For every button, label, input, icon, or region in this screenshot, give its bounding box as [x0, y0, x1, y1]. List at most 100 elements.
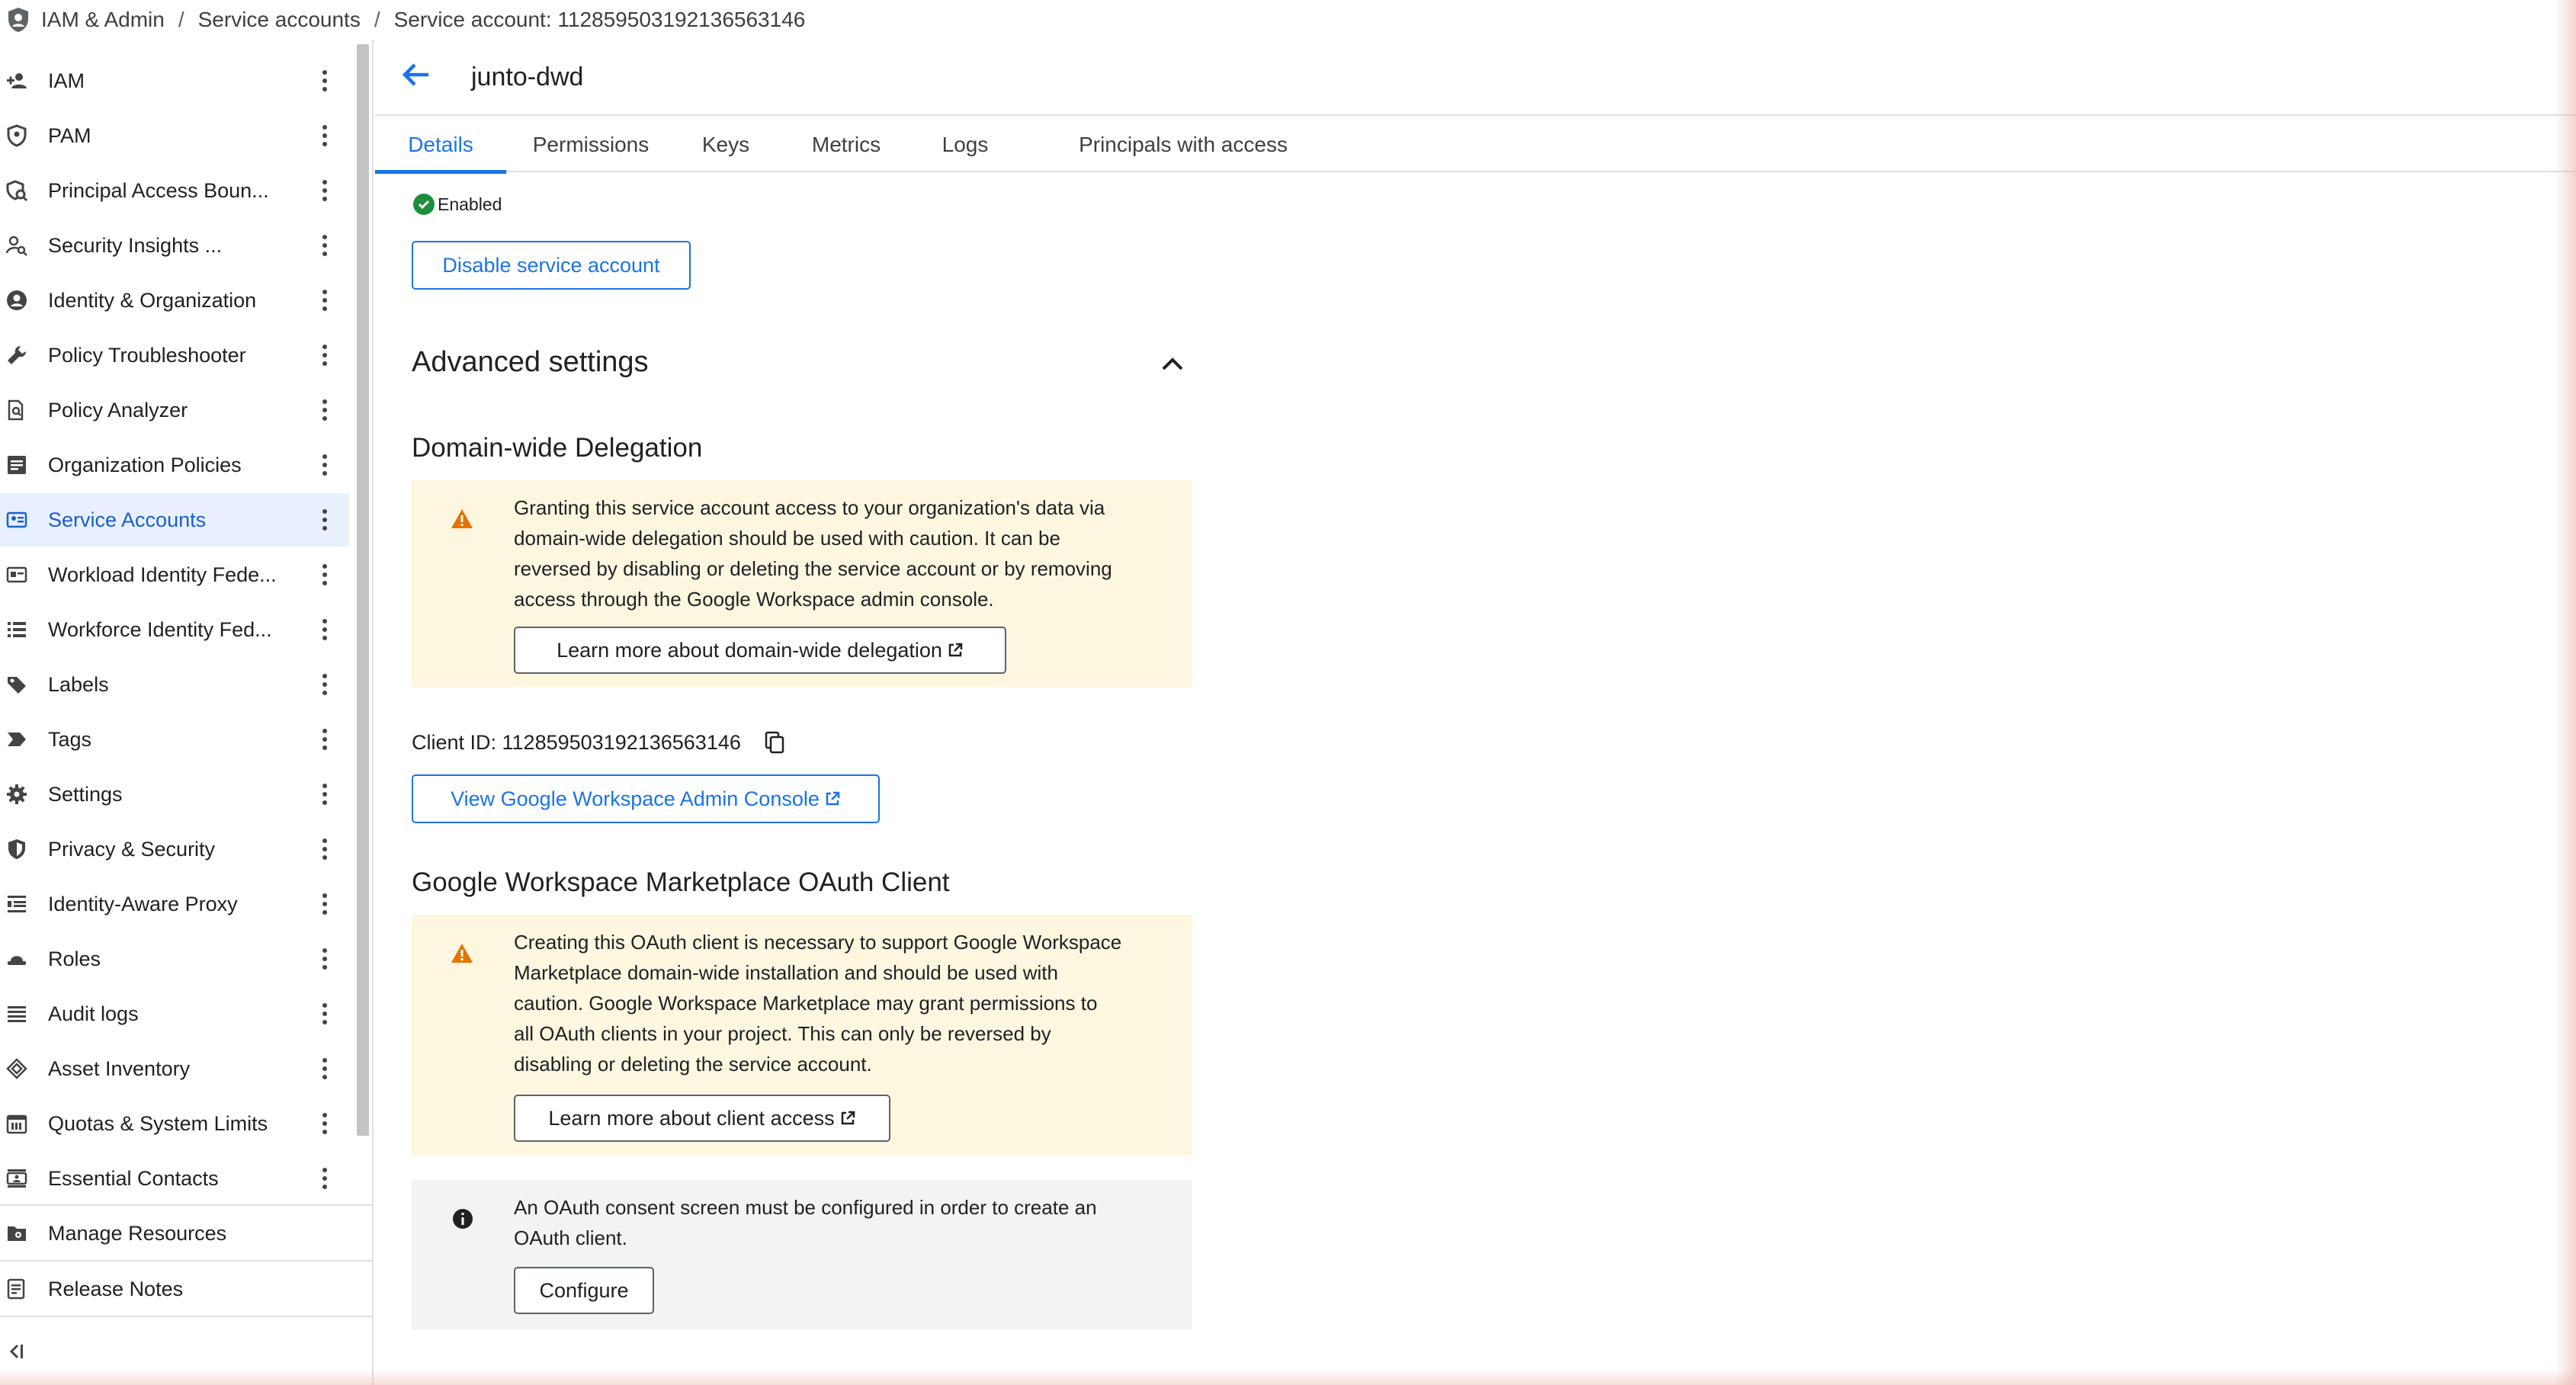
more-options-icon[interactable] — [316, 285, 334, 316]
sidebar-item-workload-identity[interactable]: Workload Identity Fede... — [0, 550, 349, 600]
learn-more-dwd-button[interactable]: Learn more about domain-wide delegation — [514, 627, 1006, 674]
sidebar-item-label: Roles — [48, 947, 101, 970]
sidebar-item-label: Identity-Aware Proxy — [48, 892, 238, 915]
warning-line: access through the Google Workspace admi… — [514, 588, 994, 611]
sidebar-item-label: Quotas & System Limits — [48, 1111, 268, 1135]
sidebar-item-label: Tags — [48, 727, 92, 751]
sidebar-scrollbar[interactable] — [357, 44, 369, 1136]
warning-line: Marketplace domain-wide installation and… — [514, 961, 1058, 984]
more-options-icon[interactable] — [316, 999, 334, 1029]
disable-service-account-button[interactable]: Disable service account — [412, 241, 691, 290]
more-options-icon[interactable] — [316, 340, 334, 370]
info-line: An OAuth consent screen must be configur… — [514, 1196, 1097, 1219]
copy-icon[interactable] — [764, 730, 787, 755]
info-line: OAuth client. — [514, 1226, 627, 1249]
more-options-icon[interactable] — [316, 944, 334, 974]
sidebar-item-workforce-identity[interactable]: Workforce Identity Fed... — [0, 604, 349, 655]
more-options-icon[interactable] — [316, 505, 334, 535]
iam-shield-icon — [8, 8, 28, 32]
sidebar-item-label: Security Insights ... — [48, 233, 223, 257]
more-options-icon[interactable] — [316, 889, 334, 919]
warning-icon — [450, 508, 474, 531]
sidebar-item-settings[interactable]: Settings — [0, 769, 349, 819]
more-options-icon[interactable] — [316, 230, 334, 261]
sidebar-item-label: Manage Resources — [48, 1221, 227, 1245]
more-options-icon[interactable] — [316, 669, 334, 700]
sidebar-item-service-accounts[interactable]: Service Accounts — [0, 493, 349, 547]
sidebar-item-privacy-security[interactable]: Privacy & Security — [0, 824, 349, 874]
view-admin-console-button[interactable]: View Google Workspace Admin Console — [412, 774, 880, 823]
tab-keys[interactable]: Keys — [680, 117, 772, 172]
more-options-icon[interactable] — [316, 120, 334, 151]
marketplace-title: Google Workspace Marketplace OAuth Clien… — [412, 867, 950, 897]
oauth-info-text: An OAuth consent screen must be configur… — [514, 1192, 1185, 1253]
marketplace-warning-panel: Creating this OAuth client is necessary … — [412, 915, 1192, 1156]
sidebar: IAM PAM Principal Access Boun... Securit… — [0, 40, 374, 1385]
more-options-icon[interactable] — [316, 779, 334, 810]
sidebar-item-organization-policies[interactable]: Organization Policies — [0, 440, 349, 490]
gear-icon — [5, 782, 29, 806]
sidebar-item-label: Policy Analyzer — [48, 398, 188, 422]
more-options-icon[interactable] — [316, 175, 334, 206]
sidebar-item-security-insights[interactable]: Security Insights ... — [0, 220, 349, 271]
sidebar-item-asset-inventory[interactable]: Asset Inventory — [0, 1044, 349, 1094]
sidebar-item-release-notes[interactable]: Release Notes — [0, 1262, 374, 1316]
more-options-icon[interactable] — [316, 614, 334, 645]
configure-button[interactable]: Configure — [514, 1267, 654, 1314]
sidebar-item-essential-contacts[interactable]: Essential Contacts — [0, 1153, 349, 1204]
sidebar-item-identity-aware-proxy[interactable]: Identity-Aware Proxy — [0, 879, 349, 929]
page-header: junto-dwd — [375, 40, 2576, 116]
sidebar-item-tags[interactable]: Tags — [0, 714, 349, 765]
collapse-sidebar-icon[interactable] — [6, 1342, 26, 1361]
more-options-icon[interactable] — [316, 1108, 334, 1139]
sidebar-item-iam[interactable]: IAM — [0, 56, 349, 106]
more-options-icon[interactable] — [316, 559, 334, 590]
dwd-warning-text: Granting this service account access to … — [514, 492, 1185, 614]
tab-principals-with-access[interactable]: Principals with access — [1025, 117, 1342, 172]
warning-line: reversed by disabling or deleting the se… — [514, 557, 1112, 580]
window-edge-shadow — [0, 1370, 2576, 1385]
warning-line: all OAuth clients in your project. This … — [514, 1022, 1051, 1045]
breadcrumb-separator: / — [178, 8, 184, 31]
sidebar-item-principal-access-boundary[interactable]: Principal Access Boun... — [0, 165, 349, 216]
tab-details[interactable]: Details — [375, 117, 506, 174]
sidebar-item-label: Workforce Identity Fed... — [48, 617, 272, 641]
sidebar-item-roles[interactable]: Roles — [0, 934, 349, 984]
learn-more-client-access-button[interactable]: Learn more about client access — [514, 1095, 890, 1142]
wrench-icon — [5, 343, 29, 367]
tag-icon — [5, 727, 29, 752]
view-admin-console-label: View Google Workspace Admin Console — [451, 787, 820, 810]
more-options-icon[interactable] — [316, 450, 334, 480]
sidebar-divider — [0, 1260, 374, 1262]
tab-metrics[interactable]: Metrics — [790, 117, 903, 172]
sidebar-item-label: Audit logs — [48, 1002, 139, 1025]
more-options-icon[interactable] — [316, 724, 334, 755]
sidebar-item-policy-analyzer[interactable]: Policy Analyzer — [0, 385, 349, 435]
sidebar-item-identity-organization[interactable]: Identity & Organization — [0, 275, 349, 325]
shield-icon — [5, 837, 29, 861]
tab-logs[interactable]: Logs — [918, 117, 1012, 172]
more-options-icon[interactable] — [316, 1053, 334, 1084]
more-options-icon[interactable] — [316, 1163, 334, 1194]
id-card-icon — [5, 563, 29, 587]
breadcrumb-service-accounts[interactable]: Service accounts — [198, 8, 361, 32]
sidebar-item-label: Settings — [48, 782, 123, 806]
sidebar-item-labels[interactable]: Labels — [0, 659, 349, 710]
sidebar-item-manage-resources[interactable]: Manage Resources — [0, 1207, 374, 1260]
sidebar-item-quotas[interactable]: Quotas & System Limits — [0, 1098, 349, 1149]
sidebar-item-policy-troubleshooter[interactable]: Policy Troubleshooter — [0, 330, 349, 380]
sidebar-item-label: Essential Contacts — [48, 1166, 219, 1190]
chevron-up-icon[interactable] — [1156, 349, 1189, 378]
more-options-icon[interactable] — [316, 66, 334, 96]
account-circle-icon — [5, 288, 29, 313]
sidebar-item-pam[interactable]: PAM — [0, 111, 349, 161]
tab-permissions[interactable]: Permissions — [512, 117, 669, 172]
sidebar-item-label: Principal Access Boun... — [48, 178, 269, 202]
sidebar-item-audit-logs[interactable]: Audit logs — [0, 989, 349, 1039]
breadcrumb-iam-admin[interactable]: IAM & Admin — [41, 8, 165, 32]
more-options-icon[interactable] — [316, 395, 334, 425]
more-options-icon[interactable] — [316, 834, 334, 864]
sidebar-item-label: Policy Troubleshooter — [48, 343, 246, 367]
dwd-title: Domain-wide Delegation — [412, 433, 703, 463]
back-arrow-icon[interactable] — [398, 56, 435, 93]
